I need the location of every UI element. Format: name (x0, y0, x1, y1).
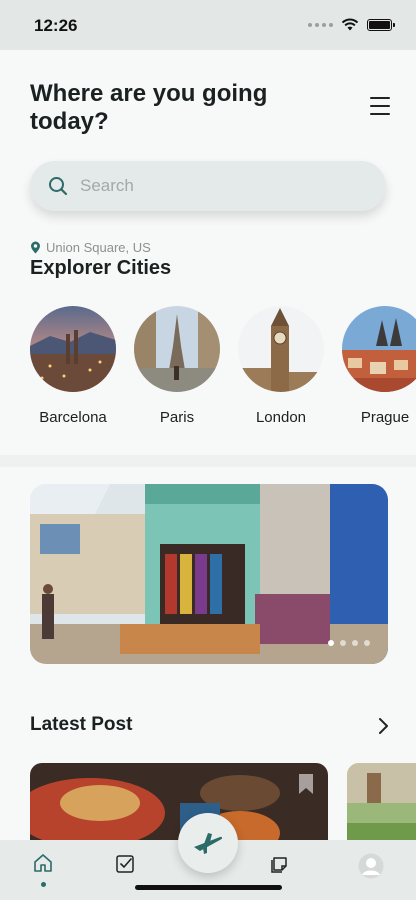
city-prague[interactable]: Prague (342, 306, 416, 426)
plane-icon (194, 833, 223, 854)
bookmark-icon[interactable] (298, 773, 314, 795)
status-bar: 12:26 (0, 0, 416, 50)
cities-carousel: Barcelona Paris London Prague (0, 306, 416, 436)
active-tab-indicator (41, 882, 46, 887)
current-location: Union Square, US (30, 240, 151, 255)
search-icon (49, 177, 68, 196)
signal-icon (308, 22, 333, 27)
checklist-icon[interactable] (116, 855, 134, 873)
latest-post-title: Latest Post (30, 714, 133, 735)
chevron-right-icon[interactable] (376, 716, 390, 736)
search-bar[interactable] (30, 161, 386, 211)
section-divider (0, 455, 416, 467)
travel-fab-button[interactable] (178, 813, 238, 873)
status-icons (308, 18, 395, 31)
location-pin-icon (31, 241, 40, 254)
menu-icon[interactable] (370, 97, 390, 115)
city-london[interactable]: London (238, 306, 324, 426)
page-title: Where are you going today? (30, 80, 268, 135)
status-time: 12:26 (34, 16, 78, 35)
city-image-prague (342, 306, 416, 392)
city-image-barcelona (30, 306, 116, 392)
banner-image (30, 484, 388, 664)
location-label: Union Square, US (46, 240, 151, 255)
city-paris[interactable]: Paris (134, 306, 220, 426)
search-input[interactable] (80, 161, 370, 211)
city-image-paris (134, 306, 220, 392)
home-indicator (135, 885, 282, 890)
city-name: Prague (360, 409, 410, 426)
city-barcelona[interactable]: Barcelona (30, 306, 116, 426)
explorer-cities-title: Explorer Cities (30, 257, 172, 279)
wifi-icon (341, 18, 359, 31)
banner-pagination[interactable] (328, 640, 370, 646)
featured-banner[interactable] (30, 484, 388, 664)
home-icon[interactable] (33, 853, 53, 873)
battery-icon (367, 18, 395, 31)
notes-icon[interactable] (270, 854, 290, 874)
profile-icon[interactable] (358, 853, 384, 879)
city-image-london (238, 306, 324, 392)
